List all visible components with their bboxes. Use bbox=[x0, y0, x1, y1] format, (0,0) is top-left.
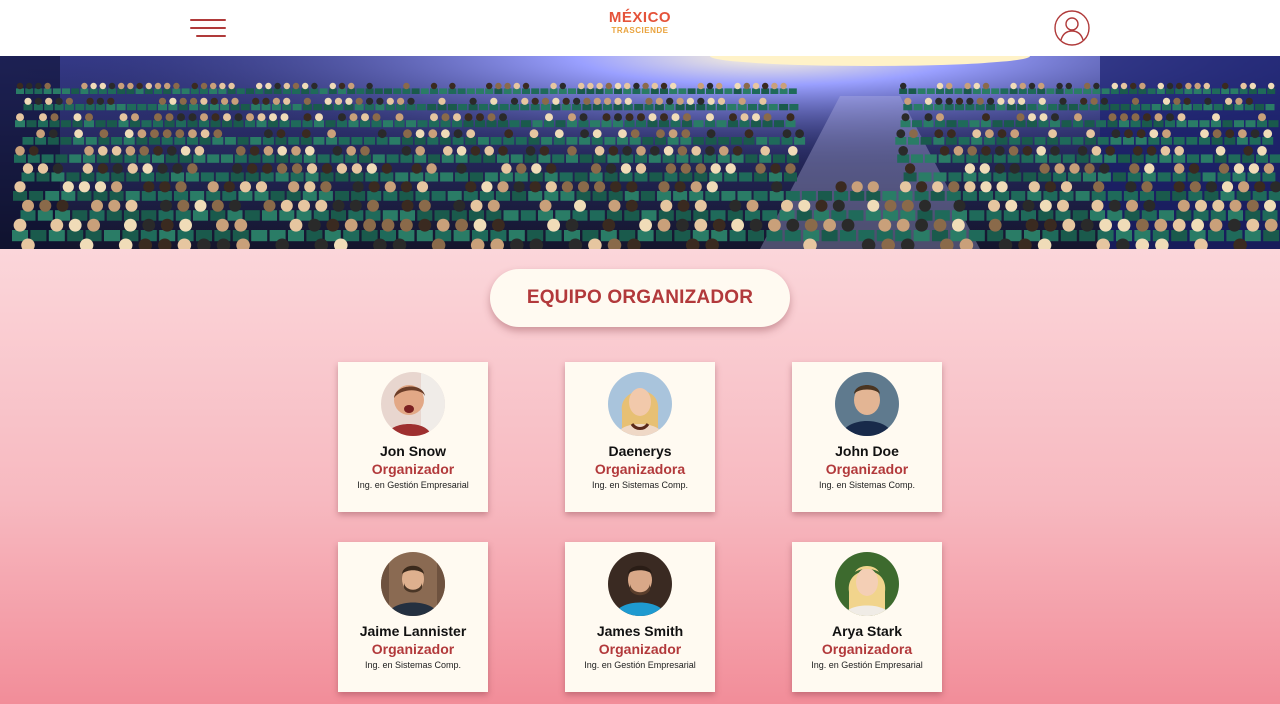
user-profile-icon[interactable] bbox=[1054, 10, 1090, 46]
team-member-card[interactable]: James Smith Organizador Ing. en Gestión … bbox=[565, 542, 715, 692]
member-degree: Ing. en Gestión Empresarial bbox=[357, 480, 469, 490]
avatar bbox=[608, 372, 672, 436]
team-member-card[interactable]: Arya Stark Organizadora Ing. en Gestión … bbox=[792, 542, 942, 692]
avatar bbox=[608, 552, 672, 616]
member-degree: Ing. en Gestión Empresarial bbox=[811, 660, 923, 670]
avatar bbox=[835, 372, 899, 436]
top-navigation-bar: MÉXICO TRASCIENDE bbox=[0, 0, 1280, 56]
section-title: EQUIPO ORGANIZADOR bbox=[526, 287, 754, 308]
member-degree: Ing. en Sistemas Comp. bbox=[591, 480, 689, 490]
member-name: Arya Stark bbox=[831, 623, 903, 639]
avatar bbox=[381, 552, 445, 616]
member-name: John Doe bbox=[835, 443, 899, 459]
member-role: Organizador bbox=[598, 641, 682, 657]
member-name: Jaime Lannister bbox=[359, 623, 467, 639]
member-role: Organizador bbox=[371, 461, 455, 477]
team-member-card[interactable]: Daenerys Organizadora Ing. en Sistemas C… bbox=[565, 362, 715, 512]
member-degree: Ing. en Sistemas Comp. bbox=[364, 660, 462, 670]
member-role: Organizadora bbox=[821, 641, 913, 657]
logo-title: MÉXICO bbox=[608, 9, 672, 26]
mexico-trasciende-logo[interactable]: MÉXICO TRASCIENDE bbox=[600, 10, 680, 46]
team-member-card[interactable]: Jaime Lannister Organizador Ing. en Sist… bbox=[338, 542, 488, 692]
avatar bbox=[835, 552, 899, 616]
hero-auditorium-image bbox=[0, 56, 1280, 249]
hamburger-menu-icon[interactable] bbox=[190, 17, 226, 39]
member-name: Jon Snow bbox=[379, 443, 447, 459]
team-member-card[interactable]: John Doe Organizador Ing. en Sistemas Co… bbox=[792, 362, 942, 512]
member-name: James Smith bbox=[596, 623, 684, 639]
member-role: Organizador bbox=[371, 641, 455, 657]
member-name: Daenerys bbox=[608, 443, 672, 459]
member-role: Organizadora bbox=[594, 461, 686, 477]
member-role: Organizador bbox=[825, 461, 909, 477]
team-member-card[interactable]: Jon Snow Organizador Ing. en Gestión Emp… bbox=[338, 362, 488, 512]
logo-subtitle: TRASCIENDE bbox=[611, 26, 669, 35]
avatar bbox=[381, 372, 445, 436]
member-degree: Ing. en Gestión Empresarial bbox=[584, 660, 696, 670]
member-degree: Ing. en Sistemas Comp. bbox=[818, 480, 916, 490]
organizing-team-section: EQUIPO ORGANIZADOR Jon Snow Organizador … bbox=[0, 249, 1280, 704]
section-title-pill: EQUIPO ORGANIZADOR bbox=[490, 269, 790, 327]
auditorium-crowd-illustration bbox=[0, 56, 1280, 249]
